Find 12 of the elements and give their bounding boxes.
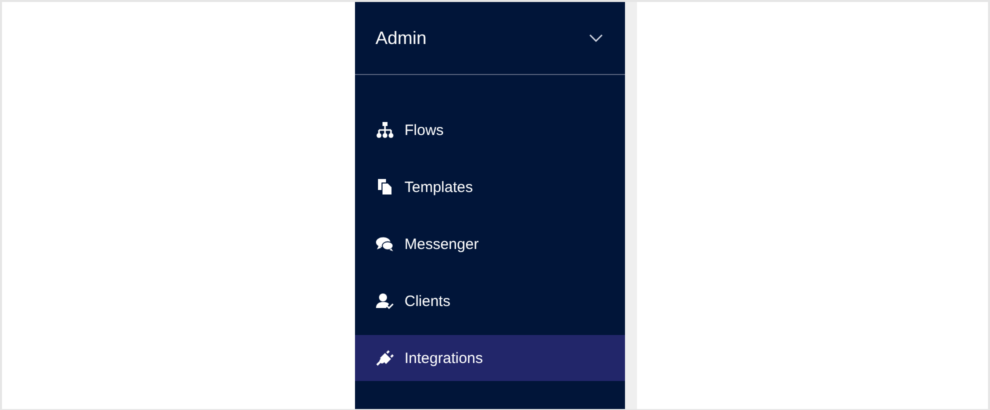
chevron-icon[interactable] <box>588 34 602 42</box>
sidebar-item[interactable]: Messenger <box>354 221 624 267</box>
sidebar-item[interactable]: Templates <box>354 164 624 210</box>
user-check-icon <box>376 293 394 309</box>
sidebar-title: Admin <box>376 28 427 48</box>
sidebar-item[interactable]: Clients <box>354 278 624 324</box>
copy-icon <box>376 179 394 195</box>
chat-bubbles-icon <box>376 236 394 252</box>
flows-icon <box>376 122 394 138</box>
sidebar-item[interactable]: Flows <box>354 107 624 153</box>
plug-icon <box>376 350 394 366</box>
sidebar-item[interactable]: Integrations <box>354 335 624 381</box>
